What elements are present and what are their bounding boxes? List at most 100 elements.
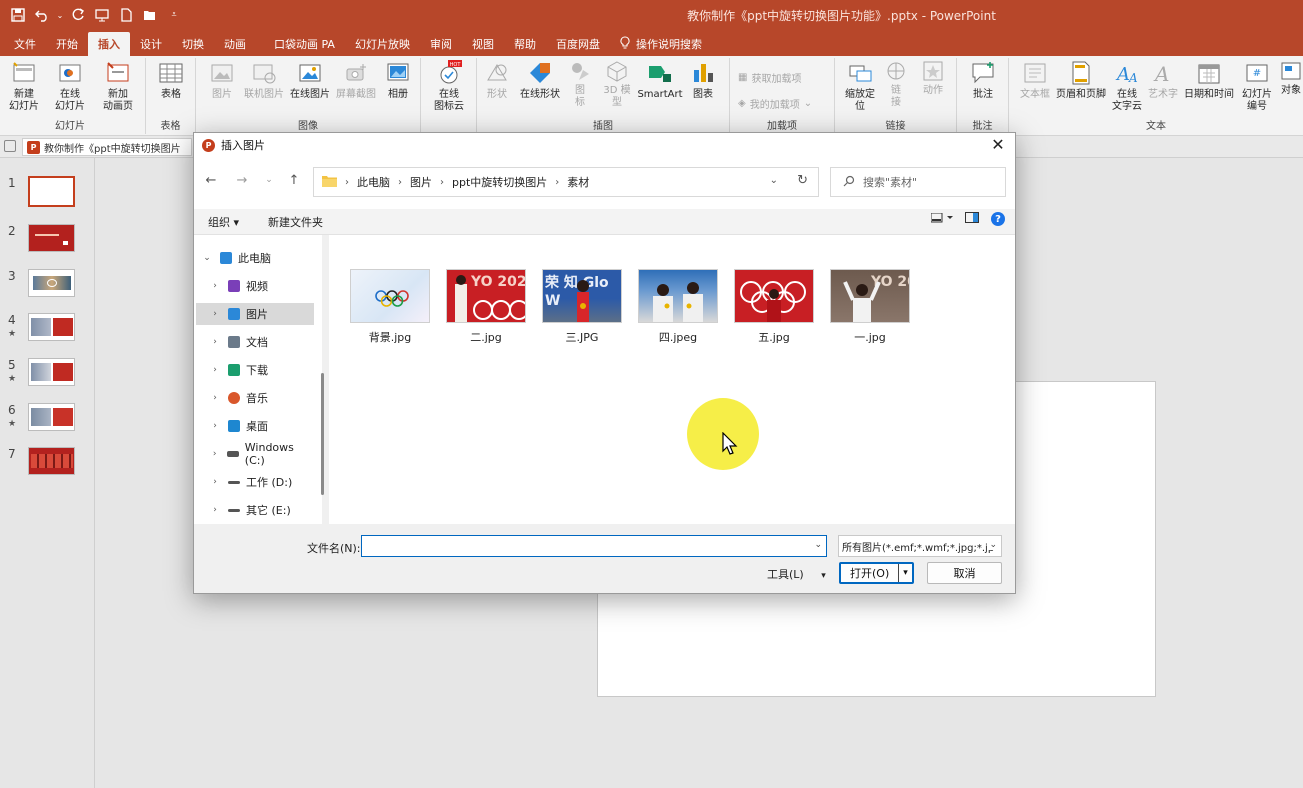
- online-slide-button[interactable]: 在线 幻灯片: [50, 60, 90, 113]
- chevron-right-icon: ›: [213, 337, 217, 347]
- view-mode-icon[interactable]: [930, 212, 953, 226]
- chevron-down-icon: ⌄: [203, 253, 211, 263]
- file-type-select[interactable]: 所有图片(*.emf;*.wmf;*.jpg;*.jp ⌄: [838, 535, 1002, 557]
- slide-thumbnail[interactable]: 5 ★: [0, 358, 95, 394]
- 3d-model-button[interactable]: 3D 模 型: [597, 60, 637, 109]
- textbox-button[interactable]: 文本框: [1015, 60, 1055, 101]
- organize-button[interactable]: 组织 ▾: [208, 214, 239, 230]
- slide-1-preview: [28, 176, 75, 207]
- cancel-button[interactable]: 取消: [927, 562, 1002, 584]
- preview-pane-icon[interactable]: [965, 212, 979, 226]
- date-time-button[interactable]: 日期和时间: [1181, 60, 1237, 101]
- tab-home[interactable]: 开始: [46, 32, 88, 56]
- zoom-button[interactable]: 缩放定 位: [839, 60, 881, 113]
- breadcrumb-pictures[interactable]: 图片: [410, 174, 432, 190]
- panel-toggle-icon[interactable]: [4, 140, 16, 152]
- new-folder-button[interactable]: 新建文件夹: [268, 214, 323, 230]
- forward-arrow-icon[interactable]: →: [233, 173, 251, 188]
- object-button[interactable]: 对象: [1279, 60, 1303, 97]
- nav-item-drive-c[interactable]: › Windows (C:): [196, 441, 314, 467]
- tab-search[interactable]: 操作说明搜索: [610, 32, 712, 56]
- nav-item-drive-e[interactable]: › 其它 (E:): [196, 499, 314, 521]
- slide-6-preview: [28, 403, 75, 431]
- icons-icon: [569, 60, 591, 82]
- help-icon[interactable]: ?: [991, 212, 1005, 226]
- slide-thumbnail[interactable]: 1: [0, 176, 95, 212]
- slide-thumbnail[interactable]: 2: [0, 224, 95, 260]
- nav-item-desktop[interactable]: › 桌面: [196, 415, 314, 437]
- header-footer-button[interactable]: 页眉和页脚: [1053, 60, 1109, 101]
- picture-button[interactable]: 图片: [202, 60, 242, 101]
- up-arrow-icon[interactable]: ↑: [285, 173, 303, 188]
- screenshot-button[interactable]: 屏幕截图: [334, 60, 378, 101]
- online-picture-button[interactable]: 联机图片: [242, 60, 286, 101]
- slide-thumbnail[interactable]: 3: [0, 269, 95, 305]
- my-addins-button[interactable]: ◈ 我的加载项 ⌄: [738, 96, 812, 111]
- comment-button[interactable]: 批注: [963, 60, 1003, 101]
- search-input[interactable]: 搜索"素材": [830, 167, 1006, 197]
- online-picture-2-button[interactable]: 在线图片: [288, 60, 332, 101]
- address-dropdown-icon[interactable]: ⌄: [770, 175, 778, 186]
- nav-item-music[interactable]: › 音乐: [196, 387, 314, 409]
- document-tab[interactable]: P 教你制作《ppt中旋转切换图片: [22, 138, 192, 156]
- nav-item-documents[interactable]: › 文档: [196, 331, 314, 353]
- address-bar[interactable]: › 此电脑 › 图片 › ppt中旋转切换图片 › 素材 ⌄ ↻: [313, 167, 819, 197]
- filename-input[interactable]: ⌄: [361, 535, 827, 557]
- tab-design[interactable]: 设计: [130, 32, 172, 56]
- tab-transitions[interactable]: 切换: [172, 32, 214, 56]
- file-item[interactable]: YO 2020 二.jpg: [445, 269, 527, 345]
- recent-dropdown-icon[interactable]: ⌄: [260, 175, 278, 185]
- tab-animations[interactable]: 动画: [214, 32, 256, 56]
- online-icon-cloud-button[interactable]: HOT 在线 图标云: [427, 60, 471, 113]
- slide-number-button[interactable]: # 幻灯片 编号: [1237, 60, 1277, 113]
- tab-review[interactable]: 审阅: [420, 32, 462, 56]
- slide-thumbnail[interactable]: 7: [0, 447, 95, 483]
- breadcrumb-ppt-folder[interactable]: ppt中旋转切换图片: [452, 174, 547, 190]
- slide-thumbnail[interactable]: 4 ★: [0, 313, 95, 349]
- tab-file[interactable]: 文件: [4, 32, 46, 56]
- tab-view[interactable]: 视图: [462, 32, 504, 56]
- svg-text:A: A: [1115, 64, 1130, 85]
- table-button[interactable]: 表格: [152, 60, 190, 101]
- smartart-button[interactable]: SmartArt: [637, 60, 683, 101]
- link-button[interactable]: 链 接: [881, 60, 911, 109]
- tools-button[interactable]: 工具(L) ▾: [767, 566, 826, 582]
- nav-item-videos[interactable]: › 视频: [196, 275, 314, 297]
- breadcrumb-this-pc[interactable]: 此电脑: [357, 174, 390, 190]
- album-button[interactable]: 相册: [380, 60, 416, 101]
- nav-item-downloads[interactable]: › 下载: [196, 359, 314, 381]
- refresh-icon[interactable]: ↻: [797, 173, 808, 188]
- file-item[interactable]: 荣 知 Glo W 三.JPG: [541, 269, 623, 345]
- slide-thumbnail[interactable]: 6 ★: [0, 403, 95, 439]
- nav-item-pictures[interactable]: › 图片: [196, 303, 314, 325]
- open-button[interactable]: 打开(O) ▾: [839, 562, 914, 584]
- wordart-button[interactable]: A 艺术字: [1145, 60, 1181, 101]
- action-button[interactable]: 动作: [915, 60, 951, 97]
- nav-item-this-pc[interactable]: ⌄ 此电脑: [196, 247, 314, 269]
- file-item[interactable]: 四.jpeg: [637, 269, 719, 345]
- chart-button[interactable]: 图表: [685, 60, 721, 101]
- tab-baidu-netdisk[interactable]: 百度网盘: [546, 32, 610, 56]
- nav-item-drive-d[interactable]: › 工作 (D:): [196, 471, 314, 493]
- get-addins-button[interactable]: ▦ 获取加载项: [738, 70, 801, 85]
- online-shapes-button[interactable]: 在线形状: [517, 60, 563, 101]
- online-text-cloud-button[interactable]: AA 在线 文字云: [1109, 60, 1145, 113]
- breadcrumb-material[interactable]: 素材: [567, 174, 589, 190]
- shapes-button[interactable]: 形状: [479, 60, 515, 101]
- file-item[interactable]: 背景.jpg: [349, 269, 431, 345]
- new-slide-button[interactable]: 新建 幻灯片: [4, 60, 44, 113]
- tab-insert[interactable]: 插入: [88, 32, 130, 56]
- tab-pocket-animation[interactable]: 口袋动画 PA: [264, 32, 345, 56]
- filename-dropdown-icon[interactable]: ⌄: [814, 540, 822, 550]
- close-icon[interactable]: ✕: [989, 135, 1007, 155]
- file-item[interactable]: 五.jpg: [733, 269, 815, 345]
- tab-help[interactable]: 帮助: [504, 32, 546, 56]
- back-arrow-icon[interactable]: ←: [202, 173, 220, 188]
- file-item[interactable]: YO 20 一.jpg: [829, 269, 911, 345]
- open-dropdown-icon[interactable]: ▾: [898, 564, 912, 582]
- nav-scrollbar[interactable]: [321, 373, 324, 495]
- cube-icon: [606, 60, 628, 82]
- icons-button[interactable]: 图 标: [565, 60, 595, 109]
- new-animation-page-button[interactable]: 新加 动画页: [96, 60, 140, 113]
- tab-slideshow[interactable]: 幻灯片放映: [345, 32, 420, 56]
